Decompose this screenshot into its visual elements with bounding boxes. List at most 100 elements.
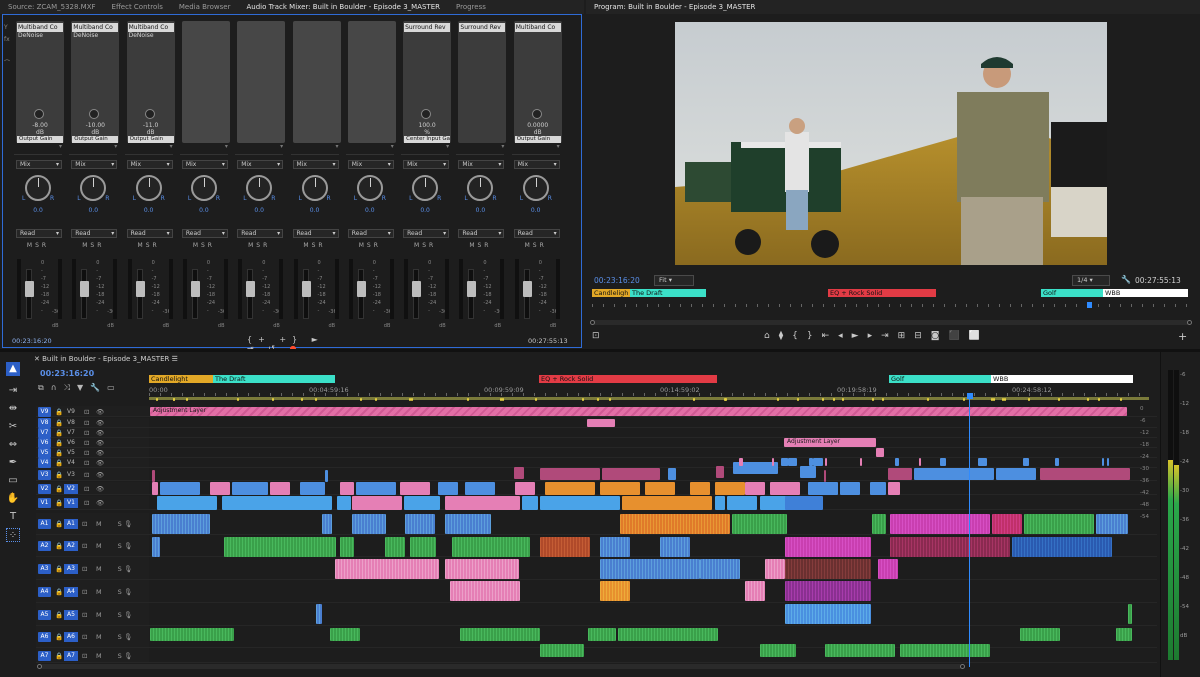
clip[interactable]: [814, 458, 820, 466]
scroll-handle-left[interactable]: [590, 320, 595, 325]
timeline-timecode[interactable]: 00:23:16:20: [40, 369, 94, 378]
clip[interactable]: [940, 458, 946, 466]
add-button-icon[interactable]: +: [1178, 330, 1187, 343]
send-slot[interactable]: ▾: [69, 143, 118, 155]
marker-tick[interactable]: [186, 398, 188, 401]
automation-select[interactable]: Read ▾: [458, 229, 505, 238]
clip[interactable]: [772, 458, 774, 466]
audio-track-header[interactable]: A6 🔒 A6 ⊡ M S 🎙: [36, 626, 149, 648]
tl-scroll-left[interactable]: [37, 664, 42, 669]
lock-icon[interactable]: 🔒: [55, 485, 63, 493]
adjustment-layer-clip[interactable]: Adjustment Layer: [784, 438, 876, 447]
audio-clip[interactable]: [890, 514, 990, 534]
audio-clip[interactable]: [1116, 628, 1132, 641]
send-slot[interactable]: ▾: [235, 143, 284, 155]
track-source-patch[interactable]: V9: [38, 406, 51, 417]
send-slot[interactable]: ▾: [124, 143, 173, 155]
audio-clip[interactable]: [760, 644, 796, 657]
adjustment-layer-clip[interactable]: Adjustment Layer: [150, 407, 1127, 416]
tab-audio-track-mixer[interactable]: Audio Track Mixer: Built in Boulder - Ep…: [239, 3, 449, 11]
marker-tick[interactable]: [842, 398, 844, 401]
clip[interactable]: [715, 482, 745, 495]
effect-slot[interactable]: [347, 21, 396, 143]
sync-lock-icon[interactable]: ⊡: [84, 485, 89, 493]
volume-fader-knob[interactable]: [522, 281, 532, 297]
send-slot[interactable]: ▾: [511, 143, 560, 155]
track-source-patch[interactable]: V3: [38, 469, 51, 480]
video-lane[interactable]: [149, 458, 1157, 468]
eye-icon[interactable]: 👁: [96, 471, 104, 479]
eye-icon[interactable]: 👁: [96, 449, 104, 457]
mix-select[interactable]: Mix ▾: [458, 160, 505, 169]
audio-clip[interactable]: [785, 537, 871, 557]
volume-fader-knob[interactable]: [190, 281, 200, 297]
volume-fader-knob[interactable]: [25, 281, 34, 297]
track-target[interactable]: A1: [64, 519, 78, 529]
audio-track-header[interactable]: A7 🔒 A7 ⊡ M S 🎙: [36, 648, 149, 663]
effect-slot[interactable]: [181, 21, 230, 143]
video-track-header[interactable]: V9 🔒 V9 ⊡ 👁: [36, 406, 149, 417]
track-source-patch[interactable]: V6: [38, 438, 51, 448]
automation-select[interactable]: Read ▾: [237, 229, 284, 238]
send-slot[interactable]: ▾: [14, 143, 62, 155]
marker-tick[interactable]: [597, 398, 599, 401]
send-slot[interactable]: ▾: [456, 143, 505, 155]
send-slot[interactable]: ▾: [345, 143, 394, 155]
mute-solo-record[interactable]: MSR: [512, 242, 560, 249]
track-target[interactable]: V6: [64, 438, 78, 448]
audio-clip[interactable]: [785, 604, 871, 624]
clip[interactable]: [515, 482, 535, 495]
clip[interactable]: [438, 482, 458, 495]
marker-tick[interactable]: [467, 398, 469, 401]
timeline-marker[interactable]: EQ + Rock Solid: [539, 375, 717, 383]
clip[interactable]: [404, 496, 440, 510]
pan-knob[interactable]: [412, 175, 439, 201]
marker-tick[interactable]: [993, 398, 995, 401]
track-source-patch[interactable]: A4: [38, 586, 51, 597]
clip[interactable]: [152, 470, 155, 482]
track-select-tool-icon[interactable]: ⇥: [6, 384, 20, 398]
playback-controls[interactable]: ⌂⧫{}⇤◂►▸⇥⊞⊟◙⬛⬜: [764, 331, 989, 341]
volume-fader-knob[interactable]: [80, 281, 90, 297]
audio-clip[interactable]: [588, 628, 616, 641]
sync-lock-icon[interactable]: ⊡: [82, 652, 87, 660]
tab-source[interactable]: Source: ZCAM_5328.MXF: [0, 3, 104, 11]
track-target[interactable]: V1: [64, 498, 78, 508]
audio-clip[interactable]: [322, 514, 332, 534]
audio-lane[interactable]: [149, 603, 1157, 626]
lock-icon[interactable]: 🔒: [55, 565, 63, 573]
audio-clip[interactable]: [410, 537, 436, 557]
effect-param-select[interactable]: Output Gain: [127, 136, 174, 143]
clip[interactable]: [157, 496, 217, 510]
effect-slot[interactable]: Multiband Co DeNoise -10.00 dB Output Gain: [71, 21, 120, 143]
eye-icon[interactable]: 👁: [96, 499, 104, 507]
clip[interactable]: [919, 458, 921, 466]
marker-tick[interactable]: [409, 398, 411, 401]
audio-clip[interactable]: [1012, 537, 1112, 557]
video-lane[interactable]: [149, 438, 1157, 448]
video-track-header[interactable]: V8 🔒 V8 ⊡ 👁: [36, 418, 149, 428]
effect-knob[interactable]: [89, 109, 100, 119]
pan-knob[interactable]: [25, 175, 51, 201]
effect-knob[interactable]: [144, 109, 155, 119]
sync-lock-icon[interactable]: ⊡: [84, 471, 89, 479]
track-target[interactable]: V3: [64, 470, 78, 480]
track-source-patch[interactable]: A3: [38, 563, 51, 574]
video-track-header[interactable]: V2 🔒 V2 ⊡ 👁: [36, 482, 149, 495]
marker-tick[interactable]: [1004, 398, 1006, 401]
pan-knob[interactable]: [301, 175, 328, 201]
audio-clip[interactable]: [224, 537, 336, 557]
mix-select[interactable]: Mix ▾: [513, 160, 560, 169]
automation-select[interactable]: Read ▾: [292, 229, 339, 238]
audio-clip[interactable]: [405, 514, 435, 534]
effect-param-select[interactable]: Center Input Gai: [404, 136, 451, 143]
pan-knob[interactable]: [356, 175, 383, 201]
clip[interactable]: [232, 482, 268, 495]
clip[interactable]: [808, 482, 838, 495]
clip[interactable]: [716, 466, 724, 478]
marker-tick[interactable]: [1058, 398, 1060, 401]
sync-lock-icon[interactable]: ⊡: [82, 565, 87, 573]
lock-icon[interactable]: 🔒: [55, 652, 63, 660]
audio-clip[interactable]: [660, 537, 690, 557]
audio-clip[interactable]: [745, 581, 765, 601]
